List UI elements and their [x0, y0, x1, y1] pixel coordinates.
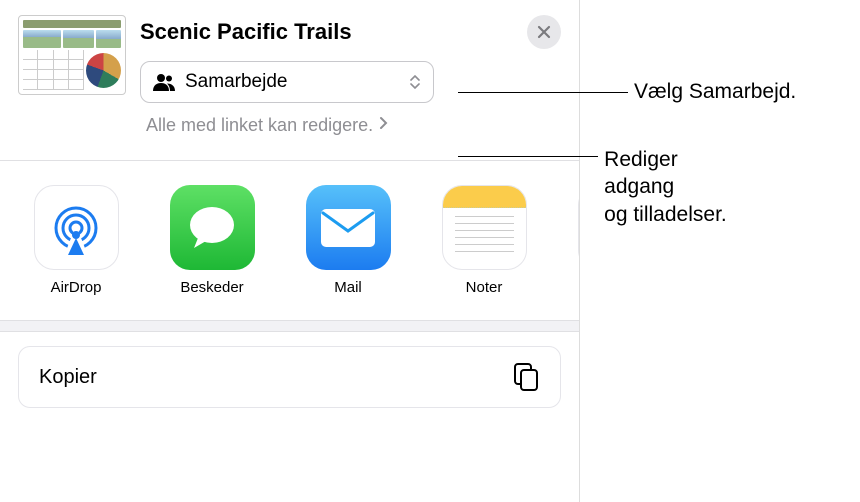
app-label: AirDrop	[51, 279, 102, 296]
permissions-text: Alle med linket kan redigere.	[146, 115, 373, 136]
copy-action[interactable]: Kopier	[18, 346, 561, 408]
collaborate-selector[interactable]: Samarbejde	[140, 61, 434, 103]
share-app-messages[interactable]: Beskeder	[166, 185, 258, 296]
app-label: Beskeder	[180, 279, 243, 296]
app-label: Noter	[466, 279, 503, 296]
close-button[interactable]	[527, 15, 561, 49]
page-title: Scenic Pacific Trails	[140, 19, 352, 45]
close-icon	[537, 25, 551, 39]
mail-icon	[306, 185, 391, 270]
airdrop-icon	[34, 185, 119, 270]
collaborate-label: Samarbejde	[185, 71, 409, 93]
copy-label: Kopier	[39, 366, 97, 389]
callout-collaborate: Vælg Samarbejd.	[458, 80, 796, 104]
actions-area: Kopier	[0, 332, 579, 422]
permissions-link[interactable]: Alle med linket kan redigere.	[146, 115, 579, 136]
share-sheet: Scenic Pacific Trails Samarbejde	[0, 0, 580, 502]
document-thumbnail	[18, 15, 126, 95]
leader-line	[458, 92, 628, 93]
share-app-mail[interactable]: Mail	[302, 185, 394, 296]
callout-text: Rediger adgang og tilladelser.	[604, 146, 727, 228]
updown-icon	[409, 75, 421, 89]
callout-permissions: Rediger adgang og tilladelser.	[458, 146, 727, 228]
divider	[0, 320, 579, 332]
callout-text: Vælg Samarbejd.	[634, 80, 796, 104]
app-label: Mail	[334, 279, 362, 296]
messages-icon	[170, 185, 255, 270]
share-app-airdrop[interactable]: AirDrop	[30, 185, 122, 296]
chevron-right-icon	[379, 116, 388, 135]
copy-icon	[512, 363, 540, 391]
leader-line	[458, 156, 598, 157]
people-icon	[153, 71, 175, 93]
